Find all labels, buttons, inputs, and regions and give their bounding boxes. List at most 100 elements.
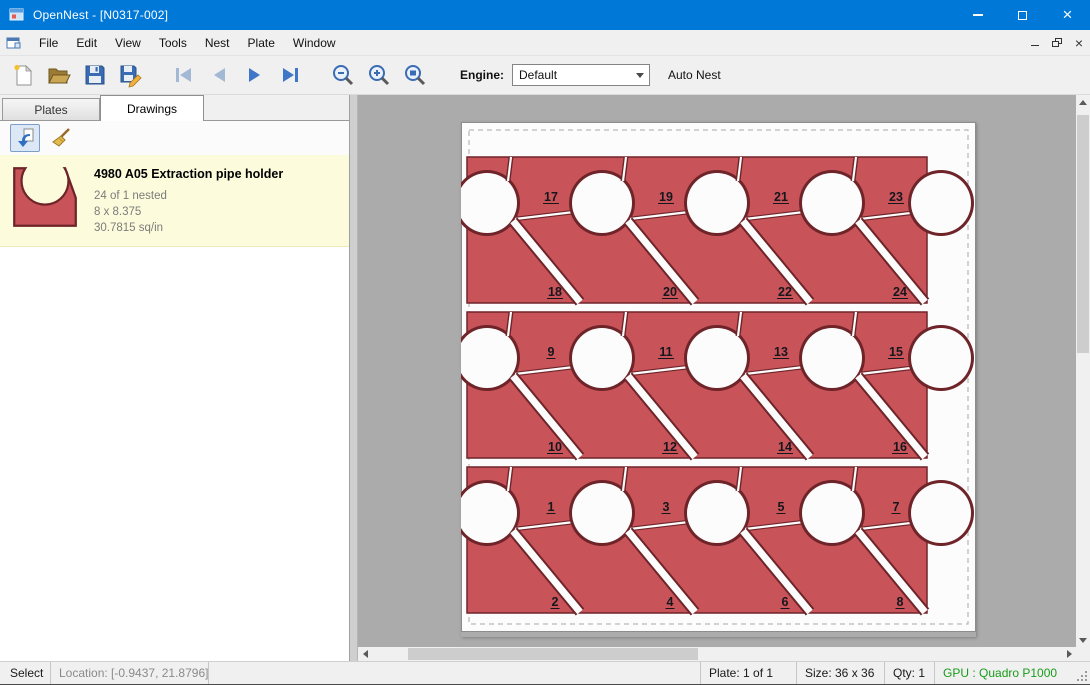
panel-splitter[interactable] [350,95,358,661]
app-window: OpenNest - [N0317-002] × File Edit View … [0,0,1090,685]
part-label[interactable]: 24 [893,285,907,299]
engine-select[interactable]: Default [512,64,650,86]
part-label[interactable]: 18 [548,285,562,299]
resize-grip[interactable] [1074,662,1090,684]
first-plate-button[interactable] [166,58,200,92]
window-title: OpenNest - [N0317-002] [33,8,168,22]
zoom-in-button[interactable] [362,58,396,92]
save-edit-button[interactable] [114,58,148,92]
last-arrow-icon [278,62,304,88]
part-label[interactable]: 23 [889,190,903,204]
zoom-in-icon [366,62,392,88]
menu-item-window[interactable]: Window [284,31,345,55]
clear-nest-button[interactable] [46,124,76,152]
drawing-area: 30.7815 sq/in [94,220,283,236]
status-gpu: GPU : Quadro P1000 [934,662,1074,684]
part-label[interactable]: 4 [667,595,674,609]
part-label[interactable]: 3 [663,500,670,514]
scroll-left-arrow[interactable] [358,647,372,661]
part-label[interactable]: 9 [548,345,555,359]
horizontal-scroll-thumb[interactable] [408,648,698,660]
part-label[interactable]: 11 [659,345,672,359]
part-label[interactable]: 8 [897,595,904,609]
part-label[interactable]: 1 [548,500,555,514]
minimize-button[interactable] [955,0,1000,30]
drawing-title: 4980 A05 Extraction pipe holder [94,167,283,181]
mdi-restore-button[interactable] [1046,34,1068,52]
part-label[interactable]: 5 [778,500,785,514]
import-drawing-button[interactable] [10,124,40,152]
scroll-up-arrow[interactable] [1076,95,1090,109]
drawing-list: 4980 A05 Extraction pipe holder 24 of 1 … [0,155,349,661]
status-bar: Select Location: [-0.9437, 21.8796] Plat… [0,661,1090,684]
next-plate-button[interactable] [238,58,272,92]
part-label[interactable]: 22 [778,285,792,299]
vertical-scrollbar[interactable] [1076,95,1090,661]
plate-svg[interactable]: 171819202122232491011121314151612345678 [461,122,976,632]
close-icon: × [1063,6,1073,23]
tab-plates[interactable]: Plates [2,98,100,120]
mdi-minimize-button[interactable] [1024,34,1046,52]
tab-drawings[interactable]: Drawings [100,95,204,121]
status-location: Location: [-0.9437, 21.8796] [50,662,208,684]
part-label[interactable]: 6 [782,595,789,609]
part-label[interactable]: 16 [893,440,907,454]
open-button[interactable] [42,58,76,92]
main-toolbar: Engine: Default Auto Nest [0,56,1090,95]
minimize-icon [973,14,983,16]
panel-tabstrip: Plates Drawings [0,95,349,121]
last-plate-button[interactable] [274,58,308,92]
zoom-out-button[interactable] [326,58,360,92]
mdi-close-button[interactable]: × [1068,34,1090,52]
maximize-button[interactable] [1000,0,1045,30]
canvas-column: 171819202122232491011121314151612345678 [358,95,1076,661]
auto-nest-button[interactable]: Auto Nest [668,68,721,82]
mdi-restore-icon [1052,38,1062,47]
part-label[interactable]: 20 [663,285,677,299]
scroll-right-arrow[interactable] [1062,647,1076,661]
content-area: Plates Drawings [0,95,1090,661]
part-label[interactable]: 21 [774,190,788,204]
new-file-icon [10,62,36,88]
menu-item-view[interactable]: View [106,31,150,55]
save-edit-icon [118,62,144,88]
part-label[interactable]: 12 [663,440,677,454]
vertical-scroll-thumb[interactable] [1077,115,1089,353]
previous-plate-button[interactable] [202,58,236,92]
menu-item-nest[interactable]: Nest [196,31,239,55]
document-icon [6,35,22,51]
close-button[interactable]: × [1045,0,1090,30]
scrollbar-corner [1076,647,1090,661]
part-label[interactable]: 13 [774,345,788,359]
menu-item-plate[interactable]: Plate [239,31,284,55]
part-label[interactable]: 19 [659,190,673,204]
first-arrow-icon [170,62,196,88]
part-label[interactable]: 2 [552,595,559,609]
part-label[interactable]: 14 [778,440,792,454]
maximize-icon [1018,11,1027,20]
horizontal-scrollbar[interactable] [358,647,1076,661]
menu-item-file[interactable]: File [30,31,67,55]
drawing-list-item[interactable]: 4980 A05 Extraction pipe holder 24 of 1 … [0,155,349,247]
nest-canvas[interactable]: 171819202122232491011121314151612345678 [358,95,1076,661]
save-icon [82,62,108,88]
new-button[interactable] [6,58,40,92]
menu-item-edit[interactable]: Edit [67,31,106,55]
zoom-extents-button[interactable] [398,58,432,92]
part-label[interactable]: 10 [548,440,562,454]
status-plate: Plate: 1 of 1 [700,662,796,684]
menu-item-tools[interactable]: Tools [150,31,196,55]
broom-icon [49,126,73,150]
status-qty: Qty: 1 [884,662,934,684]
plate[interactable]: 171819202122232491011121314151612345678 [461,122,976,637]
scroll-down-arrow[interactable] [1076,633,1090,647]
drawing-nested-count: 24 of 1 nested [94,188,283,204]
part-label[interactable]: 15 [889,345,903,359]
app-icon [9,7,25,23]
panel-toolbar [0,121,349,155]
title-bar: OpenNest - [N0317-002] × [0,0,1090,30]
part-label[interactable]: 17 [544,190,558,204]
drawing-meta: 4980 A05 Extraction pipe holder 24 of 1 … [94,163,283,236]
part-label[interactable]: 7 [893,500,900,514]
save-button[interactable] [78,58,112,92]
